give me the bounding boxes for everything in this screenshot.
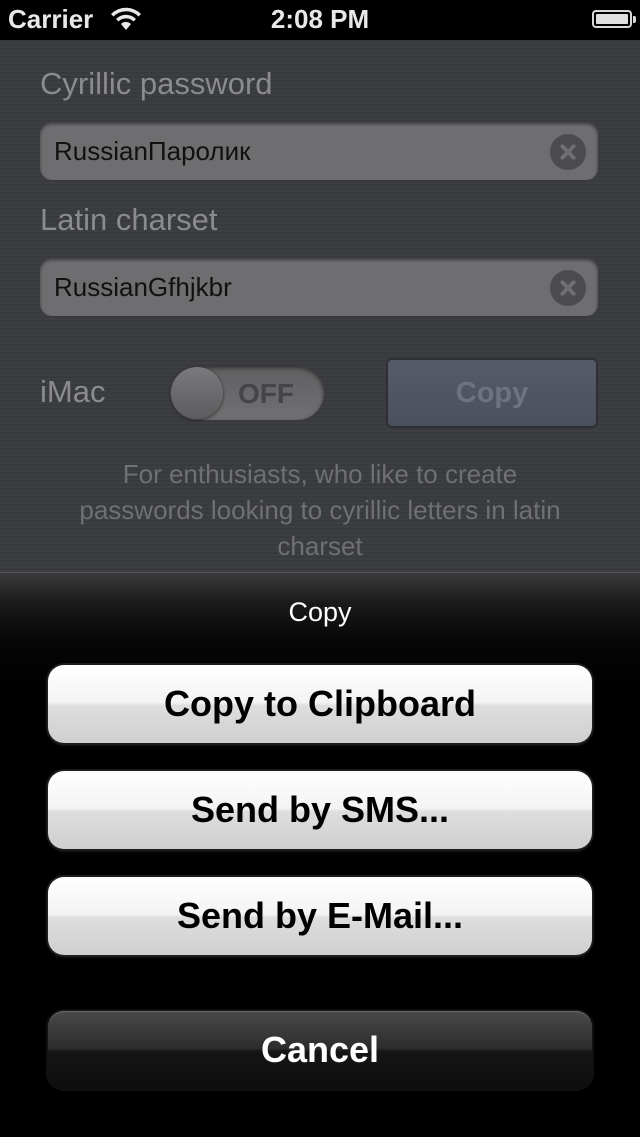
cancel-button[interactable]: Cancel — [48, 1011, 592, 1089]
copy-to-clipboard-button[interactable]: Copy to Clipboard — [48, 665, 592, 743]
latin-charset-label: Latin charset — [40, 202, 218, 237]
password-form: Cyrillic password RussianПаролик Latin c… — [0, 40, 640, 572]
latin-charset-value: RussianGfhjkbr — [54, 272, 232, 302]
latin-charset-field[interactable]: RussianGfhjkbr — [40, 258, 598, 316]
copy-button[interactable]: Copy — [386, 358, 598, 428]
cyrillic-password-field[interactable]: RussianПаролик — [40, 122, 598, 180]
imac-label: iMac — [40, 374, 106, 409]
cyrillic-password-label: Cyrillic password — [40, 66, 273, 101]
clock: 2:08 PM — [270, 4, 370, 34]
send-by-email-button[interactable]: Send by E-Mail... — [48, 877, 592, 955]
battery-icon — [592, 10, 636, 28]
hint-text: For enthusiasts, who like to create pass… — [79, 459, 561, 561]
cyrillic-password-value: RussianПаролик — [54, 136, 251, 166]
imac-toggle[interactable]: OFF — [170, 366, 324, 420]
action-sheet: Copy Copy to Clipboard Send by SMS... Se… — [0, 572, 640, 1137]
toggle-state-label: OFF — [238, 378, 294, 409]
action-sheet-title: Copy — [288, 597, 352, 627]
send-by-sms-button[interactable]: Send by SMS... — [48, 771, 592, 849]
clear-icon[interactable] — [550, 134, 586, 170]
clear-icon[interactable] — [550, 270, 586, 306]
status-bar: Carrier 2:08 PM — [0, 0, 640, 40]
toggle-knob — [171, 367, 223, 419]
